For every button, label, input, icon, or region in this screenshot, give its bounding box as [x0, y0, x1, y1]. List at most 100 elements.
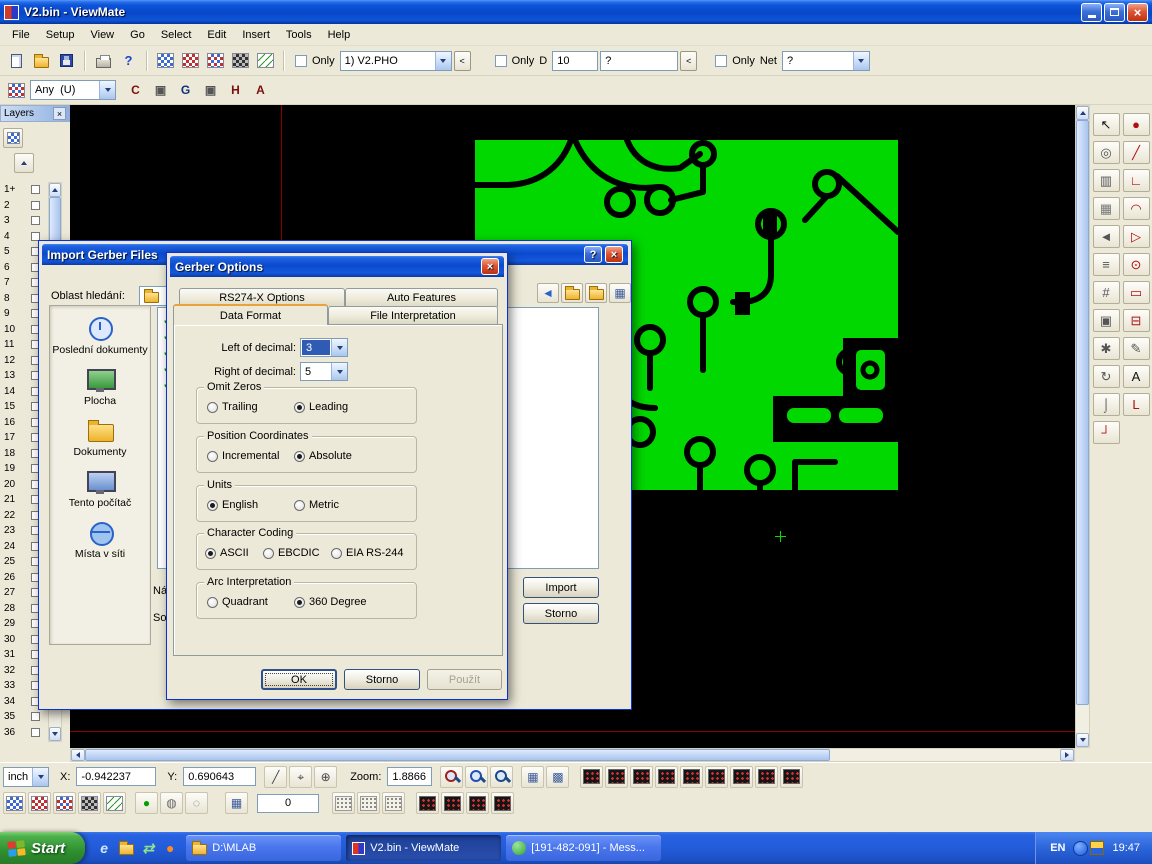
place-network-places[interactable]: Místa v síti	[52, 520, 148, 560]
import-close-button[interactable]: ×	[605, 246, 623, 263]
draw-rect-icon[interactable]: ▭	[1123, 281, 1150, 304]
layers-scroll-down-arrow[interactable]	[49, 727, 61, 741]
update-tray-icon[interactable]	[1090, 841, 1104, 855]
menu-tools[interactable]: Tools	[278, 26, 320, 44]
draw-polyline-icon[interactable]: ∟	[1123, 169, 1150, 192]
layers-panel-header[interactable]: Layers ×	[0, 105, 70, 122]
draw-slot-icon[interactable]: ⊟	[1123, 309, 1150, 332]
radio-trailing[interactable]: Trailing	[207, 401, 258, 413]
draw-line-icon[interactable]: ╱	[1123, 141, 1150, 164]
step-repeat-icon[interactable]: ▣	[1093, 309, 1120, 332]
layer-row-2[interactable]: 2	[0, 198, 48, 214]
place-recent-documents[interactable]: Poslední dokumenty	[52, 316, 148, 356]
draw-arc-icon[interactable]: ◠	[1123, 197, 1150, 220]
snap-toggle-icon[interactable]: ▩	[546, 766, 569, 788]
menu-help[interactable]: Help	[320, 26, 359, 44]
dcode-input[interactable]: 10	[552, 51, 598, 71]
radio-eia-rs244[interactable]: EIA RS-244	[331, 547, 403, 559]
menu-view[interactable]: View	[82, 26, 122, 44]
dimension-icon[interactable]: L	[1123, 393, 1150, 416]
scroll-down-arrow[interactable]	[1076, 733, 1089, 747]
ok-button[interactable]: OK	[261, 669, 337, 690]
highlight-select-icon[interactable]	[204, 50, 227, 72]
menu-setup[interactable]: Setup	[38, 26, 83, 44]
layers-panel-close-button[interactable]: ×	[53, 107, 66, 120]
display-filter-icon-9[interactable]	[780, 766, 803, 788]
menu-file[interactable]: File	[4, 26, 38, 44]
display-filter-icon-4[interactable]	[655, 766, 678, 788]
sketch-icon[interactable]: ✎	[1123, 337, 1150, 360]
vertical-scroll-thumb[interactable]	[1076, 120, 1089, 705]
trace-mode-icon[interactable]: ▣	[199, 79, 222, 101]
layer-table-button[interactable]	[3, 128, 23, 148]
task-messenger[interactable]: [191-482-091] - Mess...	[506, 835, 661, 861]
aperture-list-icon[interactable]	[154, 50, 177, 72]
display-filter-icon-1[interactable]	[580, 766, 603, 788]
radio-360-degree[interactable]: 360 Degree	[294, 596, 367, 608]
net-list-icon[interactable]	[254, 50, 277, 72]
component-list-icon[interactable]	[229, 50, 252, 72]
radio-metric[interactable]: Metric	[294, 499, 339, 511]
scroll-up-arrow[interactable]	[1076, 106, 1089, 120]
radio-ascii[interactable]: ASCII	[205, 547, 249, 559]
display-filter-icon-6[interactable]	[705, 766, 728, 788]
text-select-icon[interactable]: A	[249, 79, 272, 101]
radio-leading[interactable]: Leading	[294, 401, 348, 413]
import-cancel-button[interactable]: Storno	[523, 603, 599, 624]
component-select-icon[interactable]: C	[124, 79, 147, 101]
import-help-button[interactable]: ?	[584, 246, 602, 263]
open-file-icon[interactable]	[30, 50, 53, 72]
radio-english[interactable]: English	[207, 499, 258, 511]
any-type-arrow[interactable]	[99, 81, 115, 99]
messenger-tray-icon[interactable]	[1073, 841, 1088, 856]
net-combobox-arrow[interactable]	[853, 52, 869, 70]
folder-quicklaunch-icon[interactable]	[116, 837, 136, 859]
rotate-icon[interactable]: ↻	[1093, 365, 1120, 388]
text-tool-icon[interactable]: A	[1123, 365, 1150, 388]
layer-row-3[interactable]: 3	[0, 213, 48, 229]
layers-scroll-up-arrow[interactable]	[49, 183, 61, 197]
up-folder-icon[interactable]	[561, 283, 583, 303]
display-filter-icon-2[interactable]	[605, 766, 628, 788]
display-filter-icon-8[interactable]	[755, 766, 778, 788]
measure-distance-icon[interactable]: ╱	[264, 766, 287, 788]
only-dcode-checkbox[interactable]	[495, 55, 507, 67]
snap-grid-icon[interactable]: #	[1093, 281, 1120, 304]
canvas-horizontal-scrollbar[interactable]	[70, 748, 1075, 762]
cell-filter-icon-3[interactable]	[466, 792, 489, 814]
dot-grid-icon-3[interactable]	[382, 792, 405, 814]
radio-incremental[interactable]: Incremental	[207, 450, 279, 462]
left-of-decimal-combo[interactable]: 3	[300, 338, 348, 357]
layer-swap-icon[interactable]	[53, 792, 76, 814]
horizontal-scroll-thumb[interactable]	[85, 749, 830, 761]
dcode-search-input[interactable]: ?	[600, 51, 678, 71]
right-of-decimal-combo[interactable]: 5	[300, 362, 348, 381]
net-combobox[interactable]: ?	[782, 51, 870, 71]
canvas-vertical-scrollbar[interactable]	[1075, 105, 1090, 748]
layer-row-35[interactable]: 35	[0, 709, 48, 725]
layer-ref-icon[interactable]	[78, 792, 101, 814]
any-type-combobox[interactable]: Any (U)	[30, 80, 116, 100]
select-pointer-icon[interactable]: ↖	[1093, 113, 1120, 136]
set-origin-icon[interactable]: ⌖	[289, 766, 312, 788]
gerber-options-titlebar[interactable]: Gerber Options ×	[170, 256, 504, 277]
radio-ebcdic[interactable]: EBCDIC	[263, 547, 320, 559]
transform-icon[interactable]: ▥	[1093, 169, 1120, 192]
menu-go[interactable]: Go	[122, 26, 153, 44]
download-manager-icon[interactable]: ⇄	[138, 837, 158, 859]
new-folder-icon[interactable]	[585, 283, 607, 303]
right-of-decimal-arrow[interactable]	[331, 363, 347, 380]
display-filter-icon-7[interactable]	[730, 766, 753, 788]
layer-visibility-swatch[interactable]	[31, 201, 40, 210]
units-combobox-arrow[interactable]	[32, 768, 48, 786]
prev-layer-button[interactable]: <	[454, 51, 471, 71]
radio-absolute[interactable]: Absolute	[294, 450, 352, 462]
only-layer-checkbox[interactable]	[295, 55, 307, 67]
task-mlab[interactable]: D:\MLAB	[186, 835, 341, 861]
active-color-icon[interactable]: ●	[135, 792, 158, 814]
center-view-icon[interactable]: ⊕	[314, 766, 337, 788]
gerber-close-button[interactable]: ×	[481, 258, 499, 275]
zoom-window-icon[interactable]	[490, 766, 513, 788]
minimize-button[interactable]	[1081, 3, 1102, 22]
tab-auto-features[interactable]: Auto Features	[345, 288, 498, 307]
